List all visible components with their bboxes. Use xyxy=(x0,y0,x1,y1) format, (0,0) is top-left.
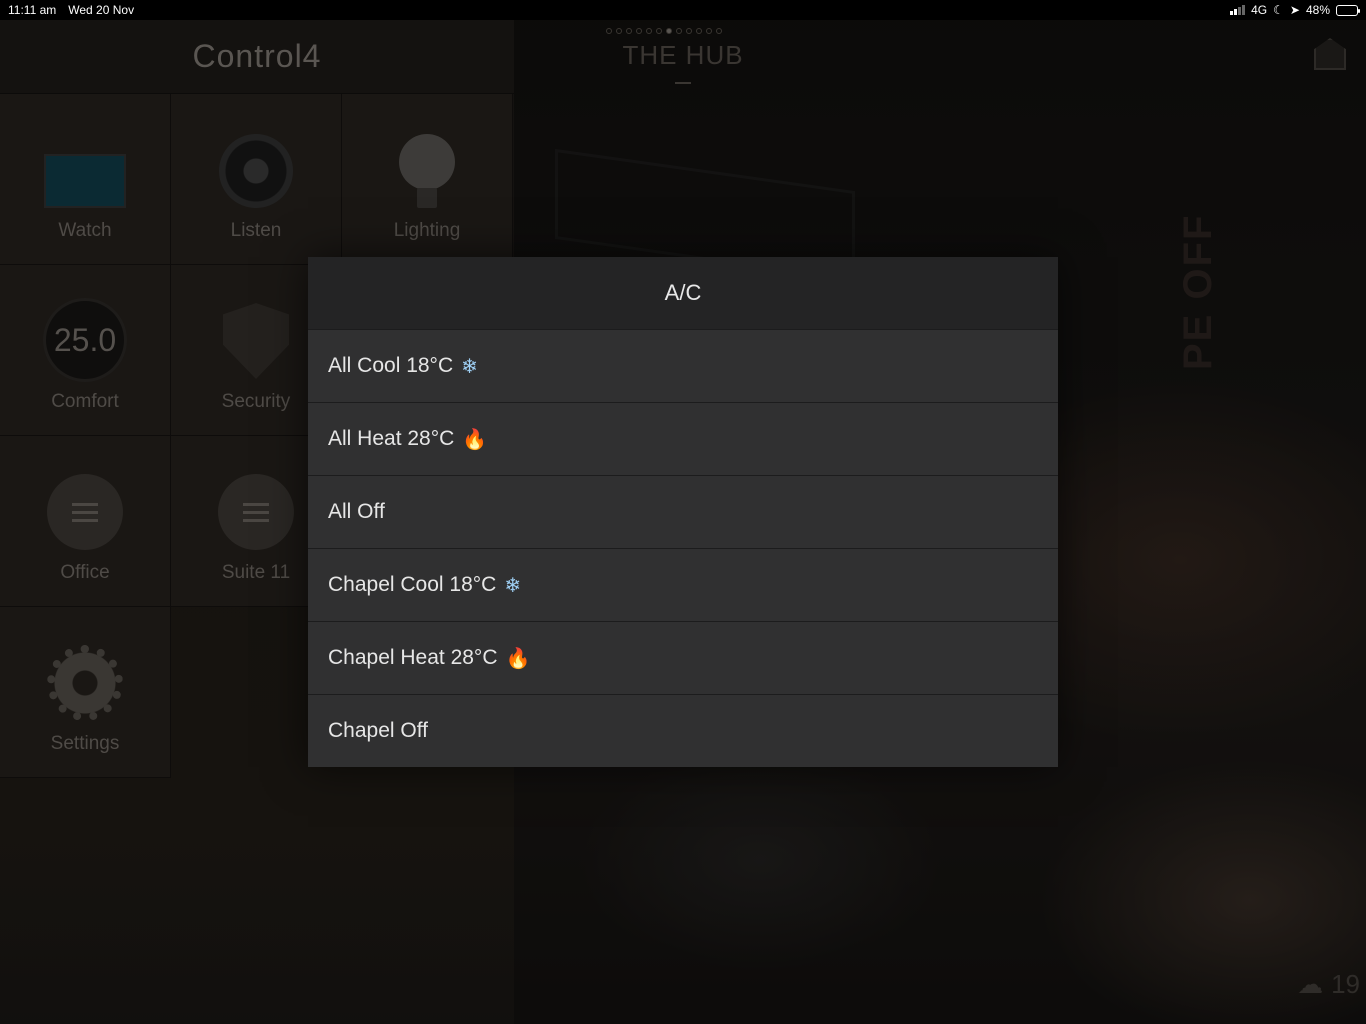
page-dot[interactable] xyxy=(706,28,712,34)
status-bar: 11:11 am Wed 20 Nov 4G ☾ ➤ 48% xyxy=(0,0,1366,20)
modal-item[interactable]: Chapel Off xyxy=(308,694,1058,767)
modal-item-label: Chapel Cool 18°C xyxy=(328,573,497,596)
network-type: 4G xyxy=(1251,3,1268,17)
tile-label: Comfort xyxy=(51,391,119,412)
modal-item-label: All Cool 18°C xyxy=(328,354,454,377)
thermostat-icon: 25.0 xyxy=(46,301,124,379)
modal-list: All Cool 18°C ❄ All Heat 28°C 🔥 All Off Chape… xyxy=(308,329,1058,767)
tile-listen[interactable]: Listen xyxy=(171,94,342,265)
speaker-icon xyxy=(219,134,293,208)
fire-icon: 🔥 xyxy=(462,427,488,451)
tile-label: Watch xyxy=(58,220,112,241)
tile-lighting[interactable]: Lighting xyxy=(342,94,513,265)
weather-temp: 19 xyxy=(1331,969,1360,999)
moon-icon: ☾ xyxy=(1273,3,1284,17)
tile-comfort[interactable]: 25.0 Comfort xyxy=(0,265,171,436)
ac-modal: A/C All Cool 18°C ❄ All Heat 28°C 🔥 All Off C… xyxy=(308,257,1058,767)
tv-icon xyxy=(44,154,126,208)
snowflake-icon: ❄ xyxy=(461,354,478,378)
tile-office[interactable]: Office xyxy=(0,436,171,607)
battery-percent: 48% xyxy=(1305,3,1330,17)
modal-item[interactable]: All Heat 28°C 🔥 xyxy=(308,402,1058,475)
weather-widget[interactable]: ☁ 19 xyxy=(1297,969,1360,1000)
room-title-underline xyxy=(675,82,691,84)
modal-title: A/C xyxy=(308,257,1058,329)
tile-label: Security xyxy=(221,391,291,412)
tile-label: Office xyxy=(60,562,110,583)
modal-item-label: Chapel Heat 28°C xyxy=(328,646,498,669)
page-dot[interactable] xyxy=(616,28,622,34)
page-dot[interactable] xyxy=(606,28,612,34)
status-date: Wed 20 Nov xyxy=(68,3,135,17)
shield-icon xyxy=(223,303,289,379)
modal-item[interactable]: All Off xyxy=(308,475,1058,548)
cloud-sun-icon: ☁ xyxy=(1297,969,1324,999)
tile-watch[interactable]: Watch xyxy=(0,94,171,265)
tile-label: Settings xyxy=(50,733,120,754)
lightbulb-icon xyxy=(399,134,455,208)
fire-icon: 🔥 xyxy=(505,646,531,670)
room-title[interactable]: THE HUB xyxy=(583,40,783,71)
modal-item[interactable]: Chapel Heat 28°C 🔥 xyxy=(308,621,1058,694)
menu-icon xyxy=(218,474,294,550)
control4-logo: Control4 xyxy=(0,20,514,94)
tile-settings[interactable]: Settings xyxy=(0,607,171,778)
page-indicator[interactable] xyxy=(606,28,722,34)
gear-icon xyxy=(47,645,123,721)
signal-icon xyxy=(1230,5,1246,15)
page-dot[interactable] xyxy=(696,28,702,34)
modal-item-label: All Heat 28°C xyxy=(328,427,455,450)
page-dot[interactable] xyxy=(676,28,682,34)
snowflake-icon: ❄ xyxy=(504,573,522,597)
modal-item[interactable]: Chapel Cool 18°C ❄ xyxy=(308,548,1058,621)
modal-item[interactable]: All Cool 18°C ❄ xyxy=(308,329,1058,402)
modal-item-label: All Off xyxy=(328,500,385,523)
page-dot[interactable] xyxy=(646,28,652,34)
page-dot[interactable] xyxy=(666,28,672,34)
tile-label: Lighting xyxy=(393,220,461,241)
battery-icon xyxy=(1336,4,1360,16)
page-dot[interactable] xyxy=(686,28,692,34)
tile-label: Suite 11 xyxy=(221,562,291,583)
page-dot[interactable] xyxy=(636,28,642,34)
location-arrow-icon: ➤ xyxy=(1289,3,1300,17)
tile-label: Listen xyxy=(230,220,282,241)
page-dot[interactable] xyxy=(626,28,632,34)
page-dot[interactable] xyxy=(656,28,662,34)
modal-item-label: Chapel Off xyxy=(328,719,429,742)
menu-icon xyxy=(47,474,123,550)
thermostat-value: 25.0 xyxy=(53,321,117,358)
page-dot[interactable] xyxy=(716,28,722,34)
status-time: 11:11 am xyxy=(8,3,57,17)
